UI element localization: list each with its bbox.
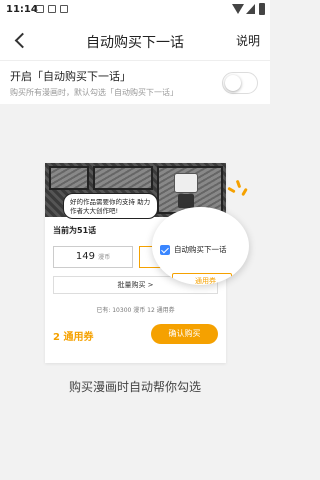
magnifier-coupon-fragment: 通用券 [172,273,232,285]
top-bar: 自动购买下一话 说明 [0,20,270,60]
preview-coupon: 2 通用券 [53,332,94,343]
mascot-icon [168,173,204,209]
auto-buy-toggle[interactable] [222,72,258,94]
caption: 购买漫画时自动帮你勾选 [68,380,201,394]
wifi-icon [232,4,244,14]
gallery-icon [60,5,68,13]
explain-button[interactable]: 说明 [236,32,260,49]
preview-chapter: 当前为51话 [53,226,97,235]
signal-icon [246,4,255,14]
status-bar: 11:14 [0,0,270,20]
setting-description: 购买所有漫画时，默认勾选「自动购买下一话」 [10,88,178,97]
preview-confirm-button: 确认购买 [151,324,218,344]
image-icon [48,5,56,13]
status-time: 11:14 [6,4,38,15]
magnifier-highlight: 自动购买下一话 通用券 [152,207,249,285]
preview-balance: 已有: 10300 漫币 12 通用券 [96,307,175,314]
toggle-knob [225,75,241,91]
auto-buy-setting: 开启「自动购买下一话」 购买所有漫画时，默认勾选「自动购买下一话」 [0,60,270,104]
notification-icon [36,5,44,13]
magnifier-label: 自动购买下一话 [174,245,227,254]
page-title: 自动购买下一话 [86,35,184,51]
checkbox-checked-icon [160,245,170,255]
setting-label: 开启「自动购买下一话」 [10,70,131,83]
battery-icon [259,3,265,15]
spark-icon [227,176,248,206]
preview-price-option: 149 漫币 [53,246,133,268]
speech-bubble: 好的作品需要你的支持 助力作者大大创作吧! [63,193,158,219]
